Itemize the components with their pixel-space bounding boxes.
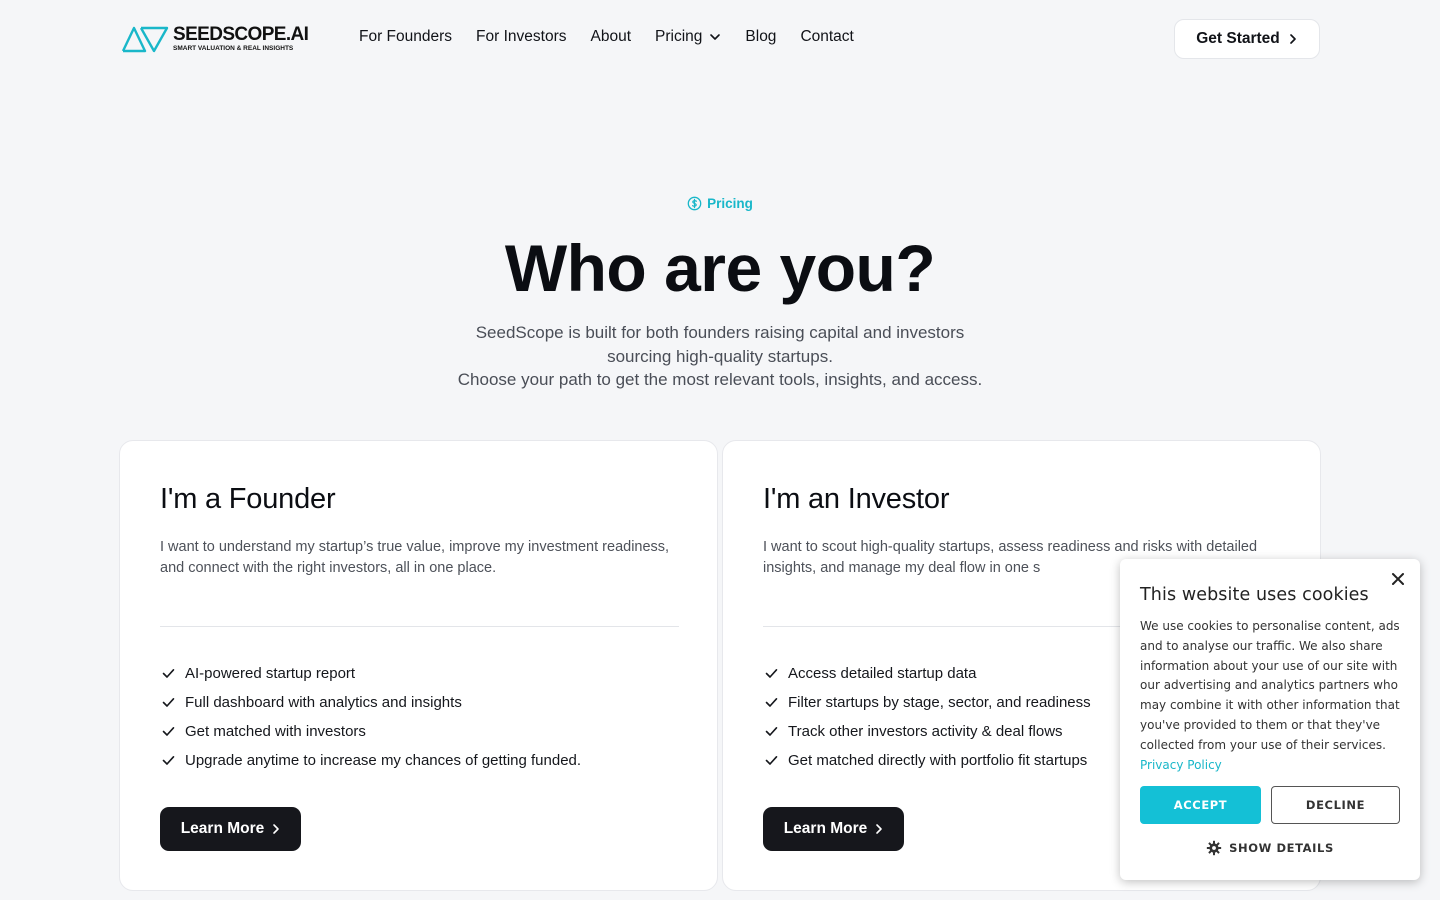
feature-label: Filter startups by stage, sector, and re… <box>788 694 1091 711</box>
chevron-right-icon <box>273 824 280 834</box>
feature-item: Access detailed startup data <box>765 659 1091 688</box>
feature-item: AI-powered startup report <box>162 659 581 688</box>
close-icon[interactable] <box>1390 571 1406 587</box>
feature-item: Full dashboard with analytics and insigh… <box>162 688 581 717</box>
feature-list: AI-powered startup report Full dashboard… <box>162 659 581 775</box>
founder-card: I'm a Founder I want to understand my st… <box>119 440 718 891</box>
main-nav: For Founders For Investors About Pricing… <box>359 28 854 46</box>
card-divider <box>160 626 679 627</box>
get-started-button[interactable]: Get Started <box>1174 19 1320 59</box>
check-icon <box>162 726 175 736</box>
feature-item: Track other investors activity & deal fl… <box>765 717 1091 746</box>
feature-label: AI-powered startup report <box>185 665 356 682</box>
hero-subtitle-line: sourcing high-quality startups. <box>607 346 833 366</box>
nav-blog[interactable]: Blog <box>745 28 776 46</box>
get-started-label: Get Started <box>1196 30 1280 47</box>
feature-label: Get matched directly with portfolio fit … <box>788 752 1088 769</box>
cookie-body: We use cookies to personalise content, a… <box>1140 619 1400 752</box>
check-icon <box>765 755 778 765</box>
learn-more-label: Learn More <box>180 820 265 837</box>
feature-item: Get matched with investors <box>162 717 581 746</box>
card-description: I want to understand my startup’s true v… <box>160 539 670 576</box>
site-header: SEEDSCOPE.AI SMART VALUATION & REAL INSI… <box>0 0 1440 78</box>
logo-tagline: SMART VALUATION & REAL INSIGHTS <box>173 45 294 53</box>
page-title: Who are you? <box>504 231 936 305</box>
feature-list: Access detailed startup data Filter star… <box>765 659 1091 775</box>
gear-icon <box>1206 840 1222 856</box>
privacy-policy-link[interactable]: Privacy Policy <box>1140 756 1402 776</box>
nav-pricing-label: Pricing <box>655 28 703 45</box>
card-title: I'm an Investor <box>763 483 950 515</box>
nav-about[interactable]: About <box>591 28 632 46</box>
check-icon <box>162 755 175 765</box>
nav-pricing[interactable]: Pricing <box>655 28 721 46</box>
feature-label: Access detailed startup data <box>788 665 977 682</box>
logo-wordmark: SEEDSCOPE.AI SMART VALUATION & REAL INSI… <box>173 24 309 53</box>
check-icon <box>765 668 778 678</box>
nav-for-founders[interactable]: For Founders <box>359 28 452 46</box>
pricing-eyebrow: Pricing <box>0 196 1440 211</box>
check-icon <box>162 668 175 678</box>
investor-learn-more-button[interactable]: Learn More <box>763 807 904 851</box>
cookie-title: This website uses cookies <box>1140 585 1369 605</box>
eyebrow-label: Pricing <box>707 196 753 211</box>
feature-label: Upgrade anytime to increase my chances o… <box>185 752 582 769</box>
founder-learn-more-button[interactable]: Learn More <box>160 807 301 851</box>
logo-name: SEEDSCOPE.AI <box>173 24 309 46</box>
feature-label: Track other investors activity & deal fl… <box>788 723 1063 740</box>
chevron-right-icon <box>876 824 883 834</box>
feature-item: Get matched directly with portfolio fit … <box>765 746 1091 775</box>
learn-more-label: Learn More <box>783 820 868 837</box>
chevron-down-icon <box>710 34 721 40</box>
check-icon <box>765 697 778 707</box>
check-icon <box>162 697 175 707</box>
seedscope-logo-icon <box>121 26 169 53</box>
feature-item: Upgrade anytime to increase my chances o… <box>162 746 581 775</box>
cookie-decline-button[interactable]: DECLINE <box>1271 786 1400 824</box>
dollar-circle-icon <box>687 196 702 211</box>
show-details-button[interactable]: SHOW DETAILS <box>1120 840 1420 856</box>
chevron-right-icon <box>1289 34 1296 44</box>
hero-subtitle-line: SeedScope is built for both founders rai… <box>475 323 965 342</box>
hero-subtitle: SeedScope is built for both founders rai… <box>420 321 1020 392</box>
feature-label: Get matched with investors <box>185 723 366 740</box>
feature-label: Full dashboard with analytics and insigh… <box>185 694 462 711</box>
check-icon <box>765 726 778 736</box>
feature-item: Filter startups by stage, sector, and re… <box>765 688 1091 717</box>
nav-for-investors[interactable]: For Investors <box>476 28 566 46</box>
cookie-consent-dialog: This website uses cookies We use cookies… <box>1120 559 1420 880</box>
cookie-text: We use cookies to personalise content, a… <box>1140 617 1402 775</box>
brand-logo[interactable]: SEEDSCOPE.AI SMART VALUATION & REAL INSI… <box>121 22 311 56</box>
show-details-label: SHOW DETAILS <box>1229 841 1334 855</box>
nav-contact[interactable]: Contact <box>800 28 853 46</box>
cookie-accept-button[interactable]: ACCEPT <box>1140 786 1261 824</box>
card-title: I'm a Founder <box>160 483 336 515</box>
hero-subtitle-line: Choose your path to get the most relevan… <box>457 370 983 389</box>
